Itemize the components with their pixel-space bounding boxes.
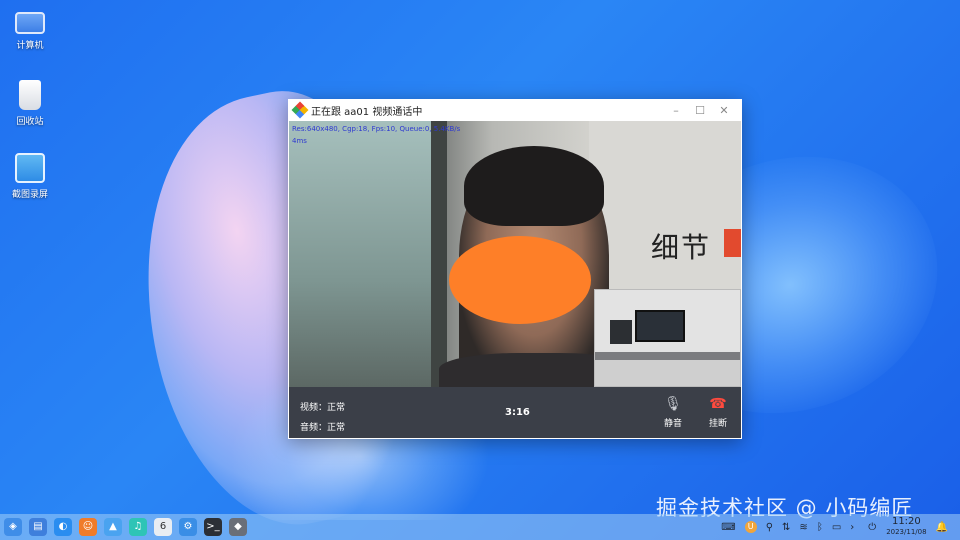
pip-desk <box>595 352 740 360</box>
taskbar-app-video-call-app[interactable]: ◆ <box>229 518 247 536</box>
power-icon[interactable]: ⏻ <box>868 522 876 533</box>
minimize-button[interactable]: – <box>664 104 688 117</box>
video-bg-window <box>289 121 439 387</box>
system-tray: ⌨ U ⚲ ⇅ ≋ ᛒ ▭ › ⏻ 11:20 2023/11/08 🔔 <box>712 514 948 540</box>
mute-button[interactable]: 🎙 静音 <box>655 395 691 429</box>
video-bg-sign-mark <box>724 229 741 257</box>
clock[interactable]: 11:20 2023/11/08 <box>886 516 926 538</box>
remote-video: 细节 Res:640x480, Cgp:18, Fps:10, Queue:0,… <box>289 121 741 387</box>
video-status: 视频：正常 <box>300 403 346 413</box>
desktop-icon-computer[interactable]: 计算机 <box>8 8 52 51</box>
taskbar-app-music[interactable]: ♫ <box>129 518 147 536</box>
desktop-icon-label: 计算机 <box>16 41 44 51</box>
keyboard-icon[interactable]: ⌨ <box>721 522 735 533</box>
wifi-icon[interactable]: ≋ <box>799 522 807 533</box>
desktop-icon-label: 回收站 <box>16 117 44 127</box>
audio-status: 音频：正常 <box>300 423 346 433</box>
screenshot-icon <box>15 153 45 183</box>
taskbar-app-settings[interactable]: ⚙ <box>179 518 197 536</box>
microphone-icon: 🎙 <box>664 396 682 412</box>
desktop-icon-label: 截图录屏 <box>11 190 48 200</box>
call-status: 视频：正常 音频：正常 <box>300 398 345 438</box>
video-bg-sign: 细节 <box>651 231 712 264</box>
taskbar-apps: ◈ ▤ ◐ ☺ ▲ ♫ 6 ⚙ >_ ◆ <box>0 518 254 536</box>
computer-icon <box>15 12 45 34</box>
taskbar-app-start-menu[interactable]: ◈ <box>4 518 22 536</box>
call-controls-bar: 视频：正常 音频：正常 3:16 🎙 静音 ☎ 挂断 <box>289 387 741 438</box>
video-stats-line: 4ms <box>292 137 307 145</box>
taskbar-app-browser[interactable]: ◐ <box>54 518 72 536</box>
close-button[interactable]: ✕ <box>712 104 736 117</box>
mute-label: 静音 <box>663 419 682 429</box>
trash-icon <box>19 80 41 110</box>
taskbar-app-terminal[interactable]: >_ <box>204 518 222 536</box>
taskbar-app-app-store[interactable]: ☺ <box>79 518 97 536</box>
bluetooth-icon[interactable]: ᛒ <box>817 522 823 533</box>
phone-hangup-icon: ☎ <box>709 396 727 412</box>
video-bg-frame <box>431 121 447 387</box>
video-call-window: 正在跟 aa01 视频通话中 – ☐ ✕ 细节 Res:640x480, Cgp… <box>288 99 742 439</box>
taskbar-app-image-viewer[interactable]: ▲ <box>104 518 122 536</box>
battery-icon[interactable]: ▭ <box>832 522 841 533</box>
pip-monitor <box>635 310 685 342</box>
clock-date: 2023/11/08 <box>886 528 927 536</box>
video-stats: Res:640x480, Cgp:18, Fps:10, Queue:0, 5.… <box>292 123 472 147</box>
face-redaction <box>449 236 591 324</box>
app-logo-icon <box>291 101 309 119</box>
hangup-label: 挂断 <box>708 419 727 429</box>
local-video-preview[interactable] <box>594 289 741 387</box>
notification-icon[interactable]: 🔔 <box>936 522 948 533</box>
window-title: 正在跟 aa01 视频通话中 <box>311 106 423 118</box>
clock-time: 11:20 <box>891 516 921 527</box>
call-timer: 3:16 <box>505 407 530 418</box>
taskbar: ◈ ▤ ◐ ☺ ▲ ♫ 6 ⚙ >_ ◆ ⌨ U ⚲ ⇅ ≋ ᛒ ▭ › ⏻ 11:20 2023… <box>0 514 960 540</box>
pip-monitor-side <box>610 320 632 344</box>
pip-floor <box>595 360 740 386</box>
network-transfer-icon[interactable]: ⇅ <box>782 522 790 533</box>
usb-icon[interactable]: ⚲ <box>766 522 773 533</box>
ime-icon[interactable]: U <box>744 521 757 533</box>
desktop-icon-trash[interactable]: 回收站 <box>8 80 52 127</box>
hangup-button[interactable]: ☎ 挂断 <box>700 395 736 429</box>
tray-expand-icon[interactable]: › <box>850 522 854 533</box>
window-titlebar[interactable]: 正在跟 aa01 视频通话中 – ☐ ✕ <box>288 99 742 121</box>
maximize-button[interactable]: ☐ <box>688 104 712 117</box>
video-stats-line: Res:640x480, Cgp:18, Fps:10, Queue:0, 5.… <box>292 125 461 133</box>
video-person-hair <box>464 146 604 226</box>
desktop-icon-screenshot[interactable]: 截图录屏 <box>8 153 52 200</box>
taskbar-app-calendar[interactable]: 6 <box>154 518 172 536</box>
taskbar-app-file-manager[interactable]: ▤ <box>29 518 47 536</box>
